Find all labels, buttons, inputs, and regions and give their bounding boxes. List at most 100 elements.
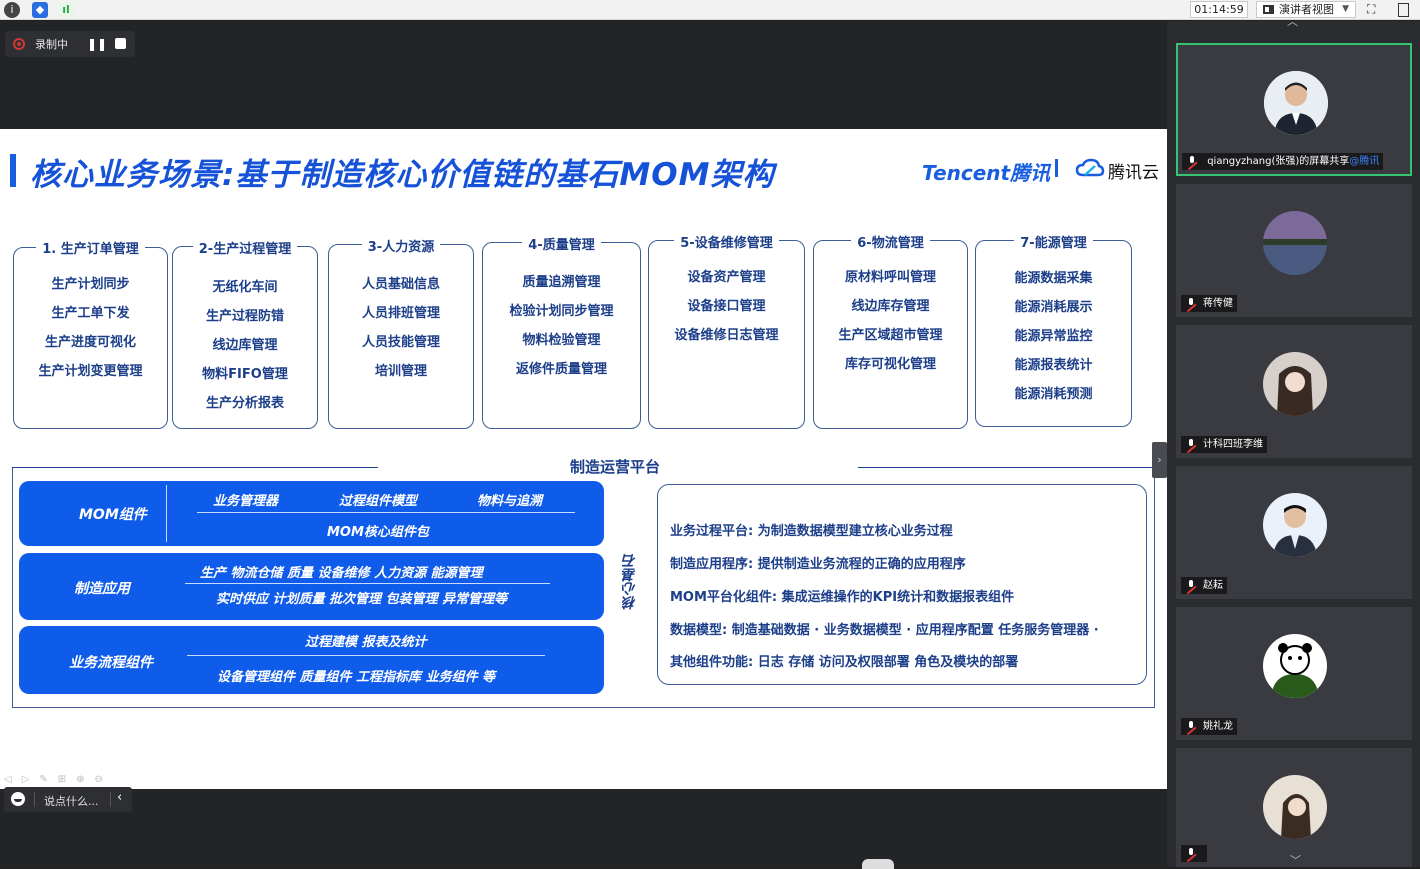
module-title: 2-生产过程管理 xyxy=(192,242,298,257)
stop-recording-button[interactable] xyxy=(115,38,126,49)
participant-name-tag: 赵耘 xyxy=(1181,577,1227,594)
participant-name-tag: 蒋传健 xyxy=(1181,295,1237,312)
module-energy-management: 7-能源管理 能源数据采集 能源消耗展示 能源异常监控 能源报表统计 能源消耗预… xyxy=(975,236,1132,427)
platform-description-box: 业务过程平台: 为制造数据模型建立核心业务过程 制造应用程序: 提供制造业务流程… xyxy=(657,484,1147,685)
module-logistics-management: 6-物流管理 原材料呼叫管理 线边库存管理 生产区域超市管理 库存可视化管理 xyxy=(813,236,968,429)
bottom-toolbar-handle[interactable] xyxy=(862,859,894,869)
module-item: 能源异常监控 xyxy=(1014,329,1093,344)
module-item: 物料FIFO管理 xyxy=(202,367,288,382)
participant-tile[interactable]: qiangyzhang(张强)的屏幕共享@腾讯 xyxy=(1176,43,1412,176)
info-icon[interactable]: i xyxy=(4,2,20,18)
module-item: 设备维修日志管理 xyxy=(674,328,779,343)
info-line: 制造应用程序: 提供制造业务流程的正确的应用程序 xyxy=(670,557,966,572)
mom-item: 过程组件模型 xyxy=(339,494,418,509)
signal-icon[interactable]: ıl xyxy=(58,2,74,18)
module-item: 设备资产管理 xyxy=(687,270,766,285)
app-item: 实时供应 计划质量 批次管理 包装管理 异常管理等 xyxy=(216,592,508,607)
participant-name: 计科四班李维 xyxy=(1203,439,1263,450)
window-icon[interactable] xyxy=(1398,3,1409,17)
participant-tile[interactable] xyxy=(1176,748,1412,867)
module-item: 生产区域超市管理 xyxy=(838,328,943,343)
info-line: 数据模型: 制造基础数据 · 业务数据模型 · 应用程序配置 任务服务管理器 · xyxy=(670,623,1099,638)
participant-name-tag xyxy=(1181,845,1207,862)
person-avatar-icon xyxy=(1263,352,1327,416)
participant-name: 蒋传健 xyxy=(1203,298,1233,309)
module-title: 5-设备维修管理 xyxy=(674,236,779,251)
participant-tile[interactable]: 赵耘 xyxy=(1176,466,1412,599)
chat-placeholder[interactable]: 说点什么... xyxy=(44,793,99,809)
box-divider xyxy=(185,583,550,584)
mom-item: 物料与追溯 xyxy=(477,494,543,509)
logo-divider xyxy=(1055,159,1058,177)
module-item: 原材料呼叫管理 xyxy=(844,270,936,285)
meeting-timer: 01:14:59 xyxy=(1190,1,1248,18)
box-divider xyxy=(187,655,545,656)
mic-icon xyxy=(1186,848,1196,859)
module-title: 3-人力资源 xyxy=(361,240,441,255)
person-avatar-icon xyxy=(1263,493,1327,557)
chevron-down-icon[interactable]: ﹀ xyxy=(1290,852,1301,868)
title-accent-bar xyxy=(10,154,16,187)
manufacturing-app-label: 制造应用 xyxy=(74,581,130,597)
mom-component-label: MOM组件 xyxy=(79,507,147,523)
person-avatar-icon xyxy=(1263,775,1327,839)
fullscreen-icon[interactable]: ⛶ xyxy=(1367,2,1375,17)
recording-dot-icon xyxy=(13,38,25,50)
info-line: MOM平台化组件: 集成运维操作的KPI统计和数据报表组件 xyxy=(670,590,1015,605)
participant-name: qiangyzhang(张强)的屏幕共享 xyxy=(1207,156,1350,167)
mic-icon xyxy=(1186,721,1196,732)
landscape-avatar-icon xyxy=(1263,211,1327,275)
divider xyxy=(110,792,111,807)
module-item: 能源消耗预测 xyxy=(1014,387,1093,402)
collapse-panel-button[interactable]: › xyxy=(1152,442,1167,478)
participant-tile[interactable]: 计科四班李维 xyxy=(1176,325,1412,458)
pause-recording-button[interactable]: ❚❚ xyxy=(83,31,111,57)
module-item: 检验计划同步管理 xyxy=(509,304,614,319)
module-item: 无纸化车间 xyxy=(212,280,278,295)
info-line: 业务过程平台: 为制造数据模型建立核心业务过程 xyxy=(670,524,953,539)
presenter-view-icon xyxy=(1263,5,1274,14)
slide-annotation-tools[interactable]: ◁▷✎⊞⊕⊖ xyxy=(4,774,113,785)
module-item: 库存可视化管理 xyxy=(844,357,936,372)
participant-name: 赵耘 xyxy=(1203,580,1223,591)
emoji-icon[interactable] xyxy=(11,792,25,806)
module-item: 能源数据采集 xyxy=(1014,271,1093,286)
avatar xyxy=(1263,493,1327,557)
recording-label: 录制中 xyxy=(35,38,68,51)
module-equipment-maintenance: 5-设备维修管理 设备资产管理 设备接口管理 设备维修日志管理 xyxy=(648,236,805,429)
module-item: 线边库存管理 xyxy=(851,299,930,314)
presentation-slide: 核心业务场景:基于制造核心价值链的基石MOM架构 Tencent腾讯 腾讯云 1… xyxy=(0,129,1167,789)
module-item: 生产工单下发 xyxy=(51,306,130,321)
avatar xyxy=(1263,211,1327,275)
avatar xyxy=(1263,634,1327,698)
slide-title: 核心业务场景:基于制造核心价值链的基石MOM架构 xyxy=(30,157,775,193)
chevron-down-icon: ▼ xyxy=(1342,4,1349,14)
module-item: 能源报表统计 xyxy=(1014,358,1093,373)
chevron-left-icon[interactable]: ‹ xyxy=(117,790,122,805)
module-item: 人员技能管理 xyxy=(361,335,440,350)
participant-tile[interactable]: 姚礼龙 xyxy=(1176,607,1412,740)
participant-tile[interactable]: 蒋传健 xyxy=(1176,184,1412,317)
flow-item: 设备管理组件 质量组件 工程指标库 业务组件 等 xyxy=(217,670,496,685)
module-item: 人员基础信息 xyxy=(361,277,440,292)
shield-icon[interactable]: ◆ xyxy=(32,2,48,18)
org-tag: @腾讯 xyxy=(1349,156,1380,167)
info-line: 其他组件功能: 日志 存储 访问及权限部署 角色及模块的部署 xyxy=(670,655,1019,670)
mom-component-box: MOM组件 业务管理器 过程组件模型 物料与追溯 MOM核心组件包 xyxy=(19,481,604,546)
module-quality-management: 4-质量管理 质量追溯管理 检验计划同步管理 物料检验管理 返修件质量管理 xyxy=(482,238,641,429)
mic-icon xyxy=(1186,298,1196,309)
mom-item: MOM核心组件包 xyxy=(327,525,429,540)
module-title: 7-能源管理 xyxy=(1014,236,1093,251)
view-mode-dropdown[interactable]: 演讲者视图 ▼ xyxy=(1256,1,1356,18)
box-divider xyxy=(166,485,167,542)
mic-icon xyxy=(1187,156,1197,167)
module-item: 返修件质量管理 xyxy=(515,362,607,377)
module-item: 线边库管理 xyxy=(212,338,278,353)
module-item: 生产分析报表 xyxy=(205,396,284,411)
chat-input-bar[interactable]: 说点什么... ‹ xyxy=(4,787,132,812)
module-title: 4-质量管理 xyxy=(522,238,601,253)
box-divider xyxy=(197,512,575,513)
chevron-up-icon[interactable]: ︿ xyxy=(1287,13,1298,29)
avatar xyxy=(1263,352,1327,416)
participant-name: 姚礼龙 xyxy=(1203,721,1233,732)
